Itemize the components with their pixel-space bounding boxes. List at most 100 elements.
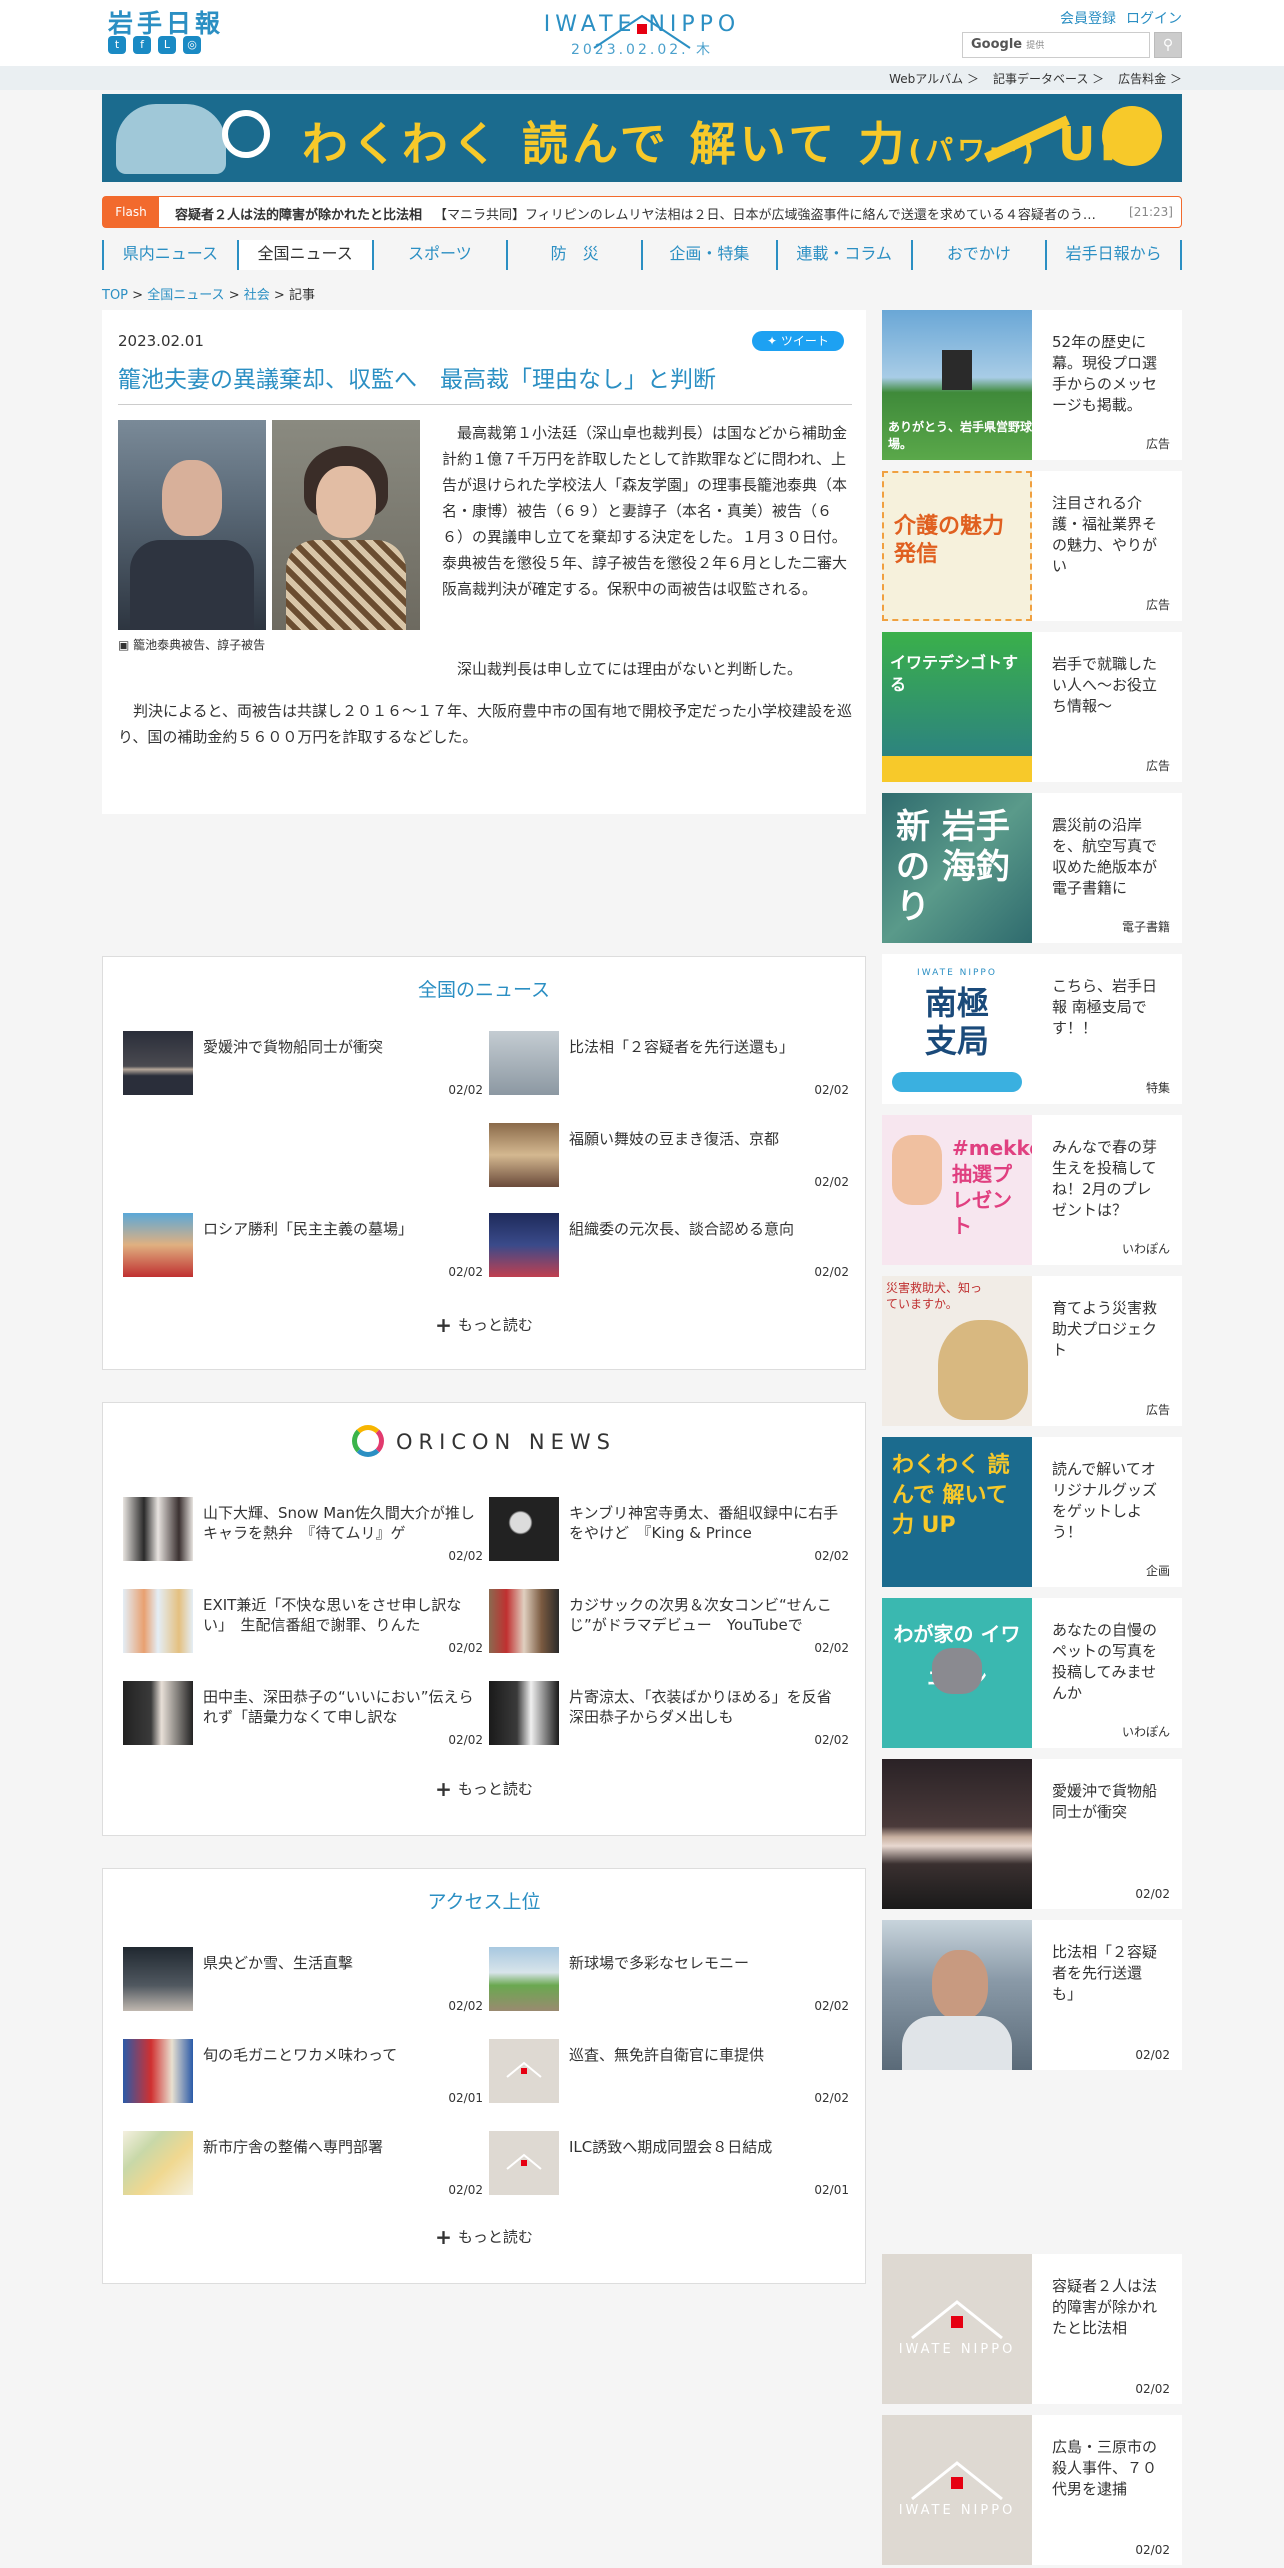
sidebar-card-image-text: ありがとう、岩手県営野球場。 (888, 420, 1032, 451)
top-banner[interactable]: わくわく 読んで 解いて 力(パワー) UP (102, 94, 1182, 182)
news-item[interactable]: 県央どか雪、生活直撃 02/02 (123, 1941, 483, 2017)
site-logo[interactable]: 岩手日報 (108, 4, 224, 40)
article-title: 籠池夫妻の異議棄却、収監へ 最高裁「理由なし」と判断 (118, 360, 852, 405)
article-photo-woman[interactable] (272, 420, 420, 630)
news-item[interactable]: キンブリ神宮寺勇太、番組収録中に右手をやけど 『King & Prince 02… (489, 1491, 849, 1567)
nav-item-prefecture[interactable]: 県内ニュース (102, 240, 237, 270)
sidebar-card-image-text: 介護の魅力発信 (894, 514, 1005, 567)
nav-item-outing[interactable]: おでかけ (910, 240, 1046, 270)
sidebar-card-image-text: 新 岩手の 海釣り (896, 807, 1010, 927)
sidebar-card-image-text: IWATE NIPPO (898, 2503, 1016, 2518)
news-item[interactable]: ロシア勝利「民主主義の墓場」 02/02 (123, 1207, 483, 1283)
flash-headline: 容疑者２人は法的障害が除かれたと比法相 (175, 208, 423, 223)
photo-caption-text: 籠池泰典被告、諄子被告 (133, 638, 266, 652)
news-item[interactable]: 愛媛沖で貨物船同士が衝突 02/02 (123, 1025, 483, 1101)
news-item[interactable]: ILC誘致へ期成同盟会８日結成 02/01 (489, 2125, 849, 2201)
sidebar-news-card[interactable]: 比法相「２容疑者を先行送還も」 02/02 (882, 1920, 1182, 2070)
sidebar-card[interactable]: イワテデシゴトする 岩手で就職したい人へ～お役立ち情報～ 広告 (882, 632, 1182, 782)
nav-item-disaster[interactable]: 防 災 (506, 240, 641, 270)
twitter-icon[interactable]: t (108, 36, 126, 54)
sidebar-card-image (882, 1759, 1032, 1909)
news-item[interactable]: 旬の毛ガニとワカメ味わって 02/01 (123, 2033, 483, 2109)
news-item[interactable]: 片寄涼太、「衣装ばかりほめる」を反省 深田恭子からダメ出しも 02/02 (489, 1675, 849, 1751)
login-link[interactable]: ログイン (1126, 8, 1182, 28)
nav-item-features[interactable]: 企画・特集 (641, 240, 776, 270)
sidebar-news-card[interactable]: IWATE NIPPO 容疑者２人は法的障害が除かれたと比法相 02/02 (882, 2254, 1182, 2404)
article-photo-man[interactable] (118, 420, 266, 630)
article-db-link[interactable]: 記事データベース ＞ (993, 70, 1104, 87)
account-links: 会員登録 ログイン (1060, 8, 1182, 28)
flash-news-bar[interactable]: Flash 容疑者２人は法的障害が除かれたと比法相 【マニラ共同】フィリピンのレム… (102, 196, 1182, 228)
news-date: 02/02 (814, 1641, 849, 1655)
news-item[interactable]: 巡査、無免許自衛官に車提供 02/02 (489, 2033, 849, 2109)
line-icon[interactable]: L (158, 36, 176, 54)
sidebar-card-image-text: わくわく 読んで 解いて 力 UP (892, 1453, 1010, 1538)
sidebar-card-image: わが家の イワニャン (882, 1598, 1032, 1748)
oricon-logo[interactable]: ORICON NEWS (103, 1425, 865, 1457)
sidebar-card[interactable]: ありがとう、岩手県営野球場。 52年の歴史に幕。現役プロ選手からのメッセージも掲… (882, 310, 1182, 460)
news-item[interactable]: 比法相「２容疑者を先行送還も」 02/02 (489, 1025, 849, 1101)
sidebar-card[interactable]: #mekke 抽選プレゼント みんなで春の芽生えを投稿してね！2月のプレゼントは… (882, 1115, 1182, 1265)
sidebar-card-image (882, 1920, 1032, 2070)
news-item[interactable]: 山下大輝、Snow Man佐久間大介が推しキャラを熱弁 『待てムリ』ゲ 02/0… (123, 1491, 483, 1567)
sidebar-card[interactable]: 災害救助犬、知っていますか。 育てよう災害救助犬プロジェクト 広告 (882, 1276, 1182, 1426)
sidebar-card-image: #mekke 抽選プレゼント (882, 1115, 1032, 1265)
nav-item-sports[interactable]: スポーツ (371, 240, 507, 270)
oricon-more-button[interactable]: + もっと読む (103, 1777, 865, 1801)
ranking-more-button[interactable]: + もっと読む (103, 2225, 865, 2249)
ranking-title: アクセス上位 (427, 1891, 541, 1913)
sidebar-card[interactable]: わが家の イワニャン あなたの自慢のペットの写真を投稿してみませんか いわぽん (882, 1598, 1182, 1748)
search-button[interactable]: ⚲ (1154, 32, 1182, 58)
photo-caption: ▣ 籠池泰典被告、諄子被告 (118, 636, 265, 653)
search-input[interactable]: Google 提供 (962, 32, 1150, 58)
register-link[interactable]: 会員登録 (1060, 8, 1116, 28)
sidebar-card[interactable]: IWATE NIPPO 南極 支局 こちら、岩手日報 南極支局です！！ 特集 (882, 954, 1182, 1104)
news-item[interactable]: カジサックの次男＆次女コンビ“せんこじ”がドラマデビュー YouTubeで 02… (489, 1583, 849, 1659)
more-label: もっと読む (457, 2228, 533, 2246)
news-thumb (489, 1123, 559, 1187)
breadcrumb-top[interactable]: TOP (102, 288, 128, 303)
breadcrumb-social[interactable]: 社会 (244, 288, 270, 303)
photo-body (286, 540, 406, 630)
sub-links-bar: Webアルバム ＞ 記事データベース ＞ 広告料金 ＞ (0, 66, 1284, 90)
plus-icon: + (435, 1777, 452, 1801)
sidebar-card-image: ありがとう、岩手県営野球場。 (882, 310, 1032, 460)
news-headline: 新球場で多彩なセレモニー (569, 1954, 750, 1972)
sidebar-card-date: 02/02 (1135, 2543, 1170, 2557)
news-item[interactable]: 田中圭、深田恭子の“いいにおい”伝えられず「語彙力なくて申し訳な 02/02 (123, 1675, 483, 1751)
sidebar-card-image-text: IWATE NIPPO (898, 2342, 1016, 2357)
tweet-button[interactable]: ✦ ツイート (752, 331, 844, 351)
sidebar-news-card[interactable]: 愛媛沖で貨物船同士が衝突 02/02 (882, 1759, 1182, 1909)
sidebar-card-text: あなたの自慢のペットの写真を投稿してみませんか (1052, 1621, 1158, 1702)
nav-item-columns[interactable]: 連載・コラム (775, 240, 911, 270)
oricon-logo-text: ORICON NEWS (396, 1430, 616, 1454)
sidebar-card-image: 介護の魅力発信 (882, 471, 1032, 621)
news-headline: カジサックの次男＆次女コンビ“せんこじ”がドラマデビュー YouTubeで (569, 1596, 832, 1634)
instagram-icon[interactable]: ◎ (183, 36, 201, 54)
news-item[interactable]: 新球場で多彩なセレモニー 02/02 (489, 1941, 849, 2017)
nav-item-from-nippo[interactable]: 岩手日報から (1045, 240, 1182, 270)
sidebar-card-image-text: 南極 支局 (924, 984, 989, 1060)
sidebar-card[interactable]: 介護の魅力発信 注目される介護・福祉業界その魅力、やりがい 広告 (882, 471, 1182, 621)
national-more-button[interactable]: + もっと読む (103, 1313, 865, 1337)
news-item[interactable]: 新市庁舎の整備へ専門部署 02/02 (123, 2125, 483, 2201)
ad-rates-link[interactable]: 広告料金 ＞ (1118, 70, 1182, 87)
sidebar-news-card[interactable]: IWATE NIPPO 広島・三原市の殺人事件、７０代男を逮捕 02/02 (882, 2415, 1182, 2565)
news-thumb (123, 1681, 193, 1745)
web-album-link[interactable]: Webアルバム ＞ (889, 70, 979, 87)
sidebar-card-label: 電子書籍 (1121, 920, 1170, 934)
sidebar-card[interactable]: 新 岩手の 海釣り 震災前の沿岸を、航空写真で収めた絶版本が電子書籍に 電子書籍 (882, 793, 1182, 943)
breadcrumb-sep: > (273, 288, 285, 303)
brand-block[interactable]: IWATE NIPPO 2023.02.02. 木 (522, 12, 762, 59)
news-item[interactable]: EXIT兼近「不快な思いをさせ申し訳ない」 生配信番組で謝罪、りんた 02/02 (123, 1583, 483, 1659)
nav-item-national[interactable]: 全国ニュース (236, 240, 372, 270)
sidebar-card[interactable]: わくわく 読んで 解いて 力 UP 読んで解いてオリジナルグッズをゲットしよう！… (882, 1437, 1182, 1587)
news-date: 02/02 (448, 1083, 483, 1097)
news-headline: EXIT兼近「不快な思いをさせ申し訳ない」 生配信番組で謝罪、りんた (203, 1596, 462, 1634)
search-brand-small: 提供 (1026, 41, 1045, 51)
magnifier-icon (222, 110, 270, 158)
breadcrumb-national[interactable]: 全国ニュース (147, 288, 224, 303)
news-item[interactable]: 福願い舞妓の豆まき復活、京都 02/02 (489, 1117, 849, 1193)
news-item[interactable]: 組織委の元次長、談合認める意向 02/02 (489, 1207, 849, 1283)
facebook-icon[interactable]: f (133, 36, 151, 54)
